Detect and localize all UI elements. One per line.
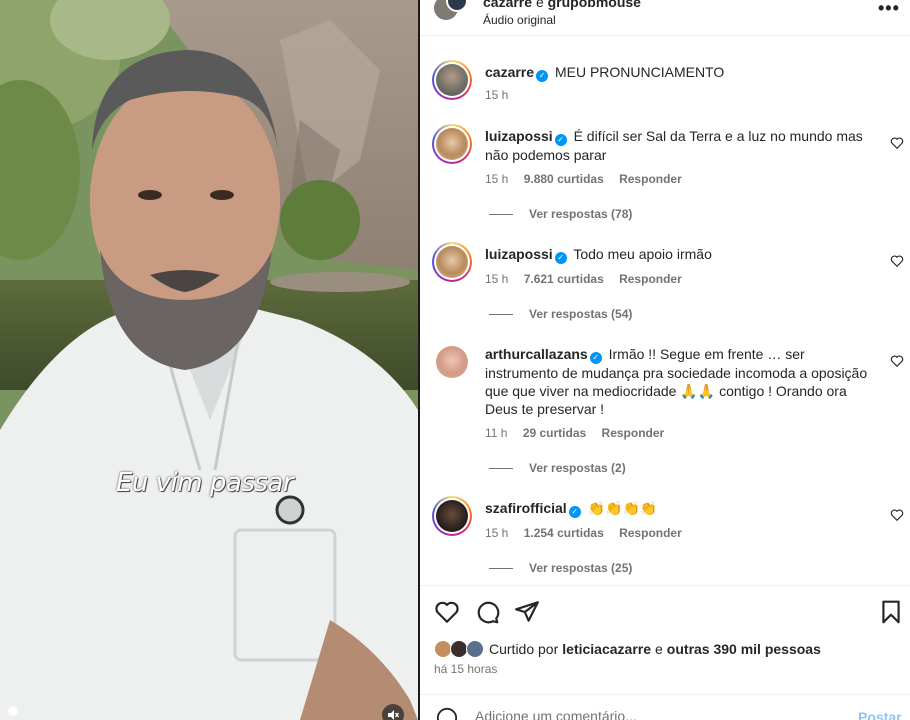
verified-icon: ✓ xyxy=(589,352,602,364)
avatar[interactable] xyxy=(432,496,472,536)
avatar[interactable] xyxy=(432,242,472,282)
view-replies-button[interactable]: Ver respostas (78) xyxy=(489,207,632,221)
post-timestamp[interactable]: há 15 horas xyxy=(434,662,497,676)
like-comment-heart-icon[interactable] xyxy=(890,254,904,268)
caption-username[interactable]: cazarre xyxy=(485,64,534,80)
liked-by-prefix: Curtido por xyxy=(489,641,559,657)
username-joiner: e xyxy=(535,0,544,10)
like-comment-heart-icon[interactable] xyxy=(890,508,904,522)
more-options-button[interactable]: ••• xyxy=(878,0,900,19)
comment-username[interactable]: arthurcallazans xyxy=(485,346,588,362)
post-header: cazarre e grupobmouse Áudio original ••• xyxy=(420,0,910,36)
owner-username[interactable]: cazarre xyxy=(483,0,532,10)
mute-button[interactable] xyxy=(382,704,404,720)
comment-username[interactable]: luizapossi xyxy=(485,246,553,262)
post-panel: cazarre e grupobmouse Áudio original •••… xyxy=(420,0,910,720)
caption-text: MEU PRONUNCIAMENTO xyxy=(554,64,725,80)
avatar[interactable] xyxy=(432,60,472,100)
reel-video[interactable]: Eu vim passar xyxy=(0,0,418,720)
reply-button[interactable]: Responder xyxy=(602,426,665,440)
mute-icon xyxy=(388,710,399,720)
header-avatars[interactable] xyxy=(432,0,468,26)
view-replies-label: Ver respostas (78) xyxy=(529,207,633,221)
audio-link[interactable]: Áudio original xyxy=(483,13,556,27)
view-replies-label: Ver respostas (2) xyxy=(529,461,626,475)
liker-username[interactable]: leticiacazarre xyxy=(562,641,651,657)
avatar[interactable] xyxy=(432,124,472,164)
comment-likes[interactable]: 9.880 curtidas xyxy=(524,172,604,186)
post-comment-button[interactable]: Postar xyxy=(858,709,902,720)
heart-icon[interactable] xyxy=(434,599,460,625)
reply-button[interactable]: Responder xyxy=(619,172,682,186)
comment-likes[interactable]: 29 curtidas xyxy=(523,426,586,440)
verified-icon: ✓ xyxy=(554,134,567,146)
view-replies-label: Ver respostas (25) xyxy=(529,561,633,575)
comment-username[interactable]: luizapossi xyxy=(485,128,553,144)
comment-input[interactable] xyxy=(475,708,835,720)
other-likers[interactable]: outras 390 mil pessoas xyxy=(667,641,821,657)
verified-icon: ✓ xyxy=(536,70,549,82)
comment-text: 👏👏👏👏 xyxy=(587,500,658,516)
add-comment-bar: Postar xyxy=(420,694,910,720)
share-icon[interactable] xyxy=(514,599,540,625)
comment-time[interactable]: 15 h xyxy=(485,526,508,540)
comment-likes[interactable]: 1.254 curtidas xyxy=(524,526,604,540)
verified-icon: ✓ xyxy=(554,252,567,264)
caption-time[interactable]: 15 h xyxy=(485,88,508,102)
header-usernames: cazarre e grupobmouse xyxy=(483,0,641,10)
view-replies-button[interactable]: Ver respostas (54) xyxy=(489,307,632,321)
like-comment-heart-icon[interactable] xyxy=(890,354,904,368)
liked-by-joiner: e xyxy=(655,641,663,657)
collaborator-username[interactable]: grupobmouse xyxy=(548,0,641,10)
comment-time[interactable]: 15 h xyxy=(485,172,508,186)
comment-username[interactable]: szafirofficial xyxy=(485,500,567,516)
post-actions: Curtido por leticiacazarre e outras 390 … xyxy=(420,585,910,720)
view-replies-button[interactable]: Ver respostas (2) xyxy=(489,461,626,475)
like-comment-heart-icon[interactable] xyxy=(890,136,904,150)
view-replies-button[interactable]: Ver respostas (25) xyxy=(489,561,632,575)
verified-icon: ✓ xyxy=(568,506,581,518)
comment-time[interactable]: 11 h xyxy=(485,426,507,440)
reply-button[interactable]: Responder xyxy=(619,526,682,540)
emoji-icon[interactable] xyxy=(436,707,458,720)
comment-time[interactable]: 15 h xyxy=(485,272,508,286)
liked-by: Curtido por leticiacazarre e outras 390 … xyxy=(434,639,825,659)
bookmark-icon[interactable] xyxy=(878,599,904,625)
comment-likes[interactable]: 7.621 curtidas xyxy=(524,272,604,286)
reply-button[interactable]: Responder xyxy=(619,272,682,286)
video-frame xyxy=(0,0,418,720)
view-replies-label: Ver respostas (54) xyxy=(529,307,633,321)
comment-icon[interactable] xyxy=(474,599,500,625)
liker-avatars[interactable] xyxy=(434,639,486,659)
avatar[interactable] xyxy=(432,342,472,382)
video-progress-dot xyxy=(8,706,18,716)
comment-text: Todo meu apoio irmão xyxy=(573,246,712,262)
video-caption: Eu vim passar xyxy=(116,468,294,498)
